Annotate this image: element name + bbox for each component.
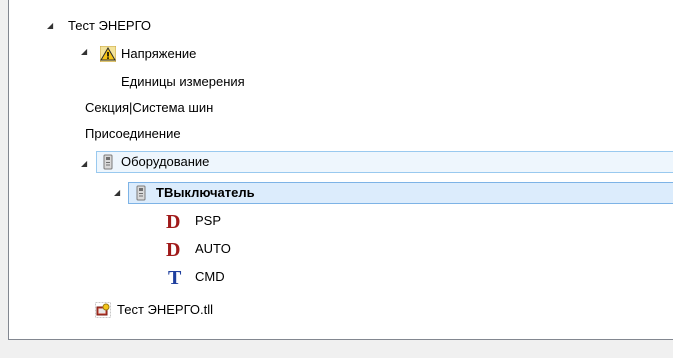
equipment-label: Оборудование [121, 154, 210, 169]
tree-node-voltage[interactable]: Напряжение [97, 42, 196, 66]
tree-node-units[interactable]: Единицы измерения [119, 70, 245, 94]
tree-node-section[interactable]: Секция|Система шин [83, 96, 213, 120]
root-label: Тест ЭНЕРГО [68, 18, 152, 33]
tree-node-equipment[interactable]: Оборудование [97, 150, 209, 174]
voltage-label: Напряжение [121, 46, 197, 61]
breaker-label: ТВыключатель [156, 185, 255, 200]
data-t-icon: T [168, 267, 182, 289]
tree-node-cmd[interactable]: T CMD [164, 264, 225, 290]
file-label: Тест ЭНЕРГО.tll [117, 302, 214, 317]
tree-node-auto[interactable]: D AUTO [164, 236, 231, 262]
warning-icon [100, 46, 116, 62]
device-icon [136, 185, 146, 201]
cmd-label: CMD [195, 269, 225, 284]
psp-label: PSP [195, 213, 222, 228]
auto-label: AUTO [195, 241, 231, 256]
expand-breaker-icon[interactable]: ◢ [114, 189, 122, 197]
tree-node-breaker[interactable]: ТВыключатель [130, 181, 255, 205]
project-file-icon [95, 302, 111, 318]
tree-node-psp[interactable]: D PSP [164, 208, 221, 234]
tree-node-file[interactable]: Тест ЭНЕРГО.tll [95, 298, 213, 322]
tree-node-connection[interactable]: Присоединение [83, 122, 181, 146]
tree-node-root[interactable]: Тест ЭНЕРГО [66, 14, 151, 38]
connection-label: Присоединение [85, 126, 181, 141]
expand-equipment-icon[interactable]: ◢ [81, 160, 89, 168]
section-label: Секция|Система шин [85, 100, 214, 115]
expand-voltage-icon[interactable]: ◢ [81, 48, 89, 56]
tree-view[interactable]: ◢ Тест ЭНЕРГО ◢ Напряжение Единицы измер… [8, 0, 673, 340]
device-icon [103, 154, 113, 170]
units-label: Единицы измерения [121, 74, 245, 89]
data-d-icon: D [166, 239, 181, 261]
expand-root-icon[interactable]: ◢ [47, 22, 55, 30]
data-d-icon: D [166, 211, 181, 233]
